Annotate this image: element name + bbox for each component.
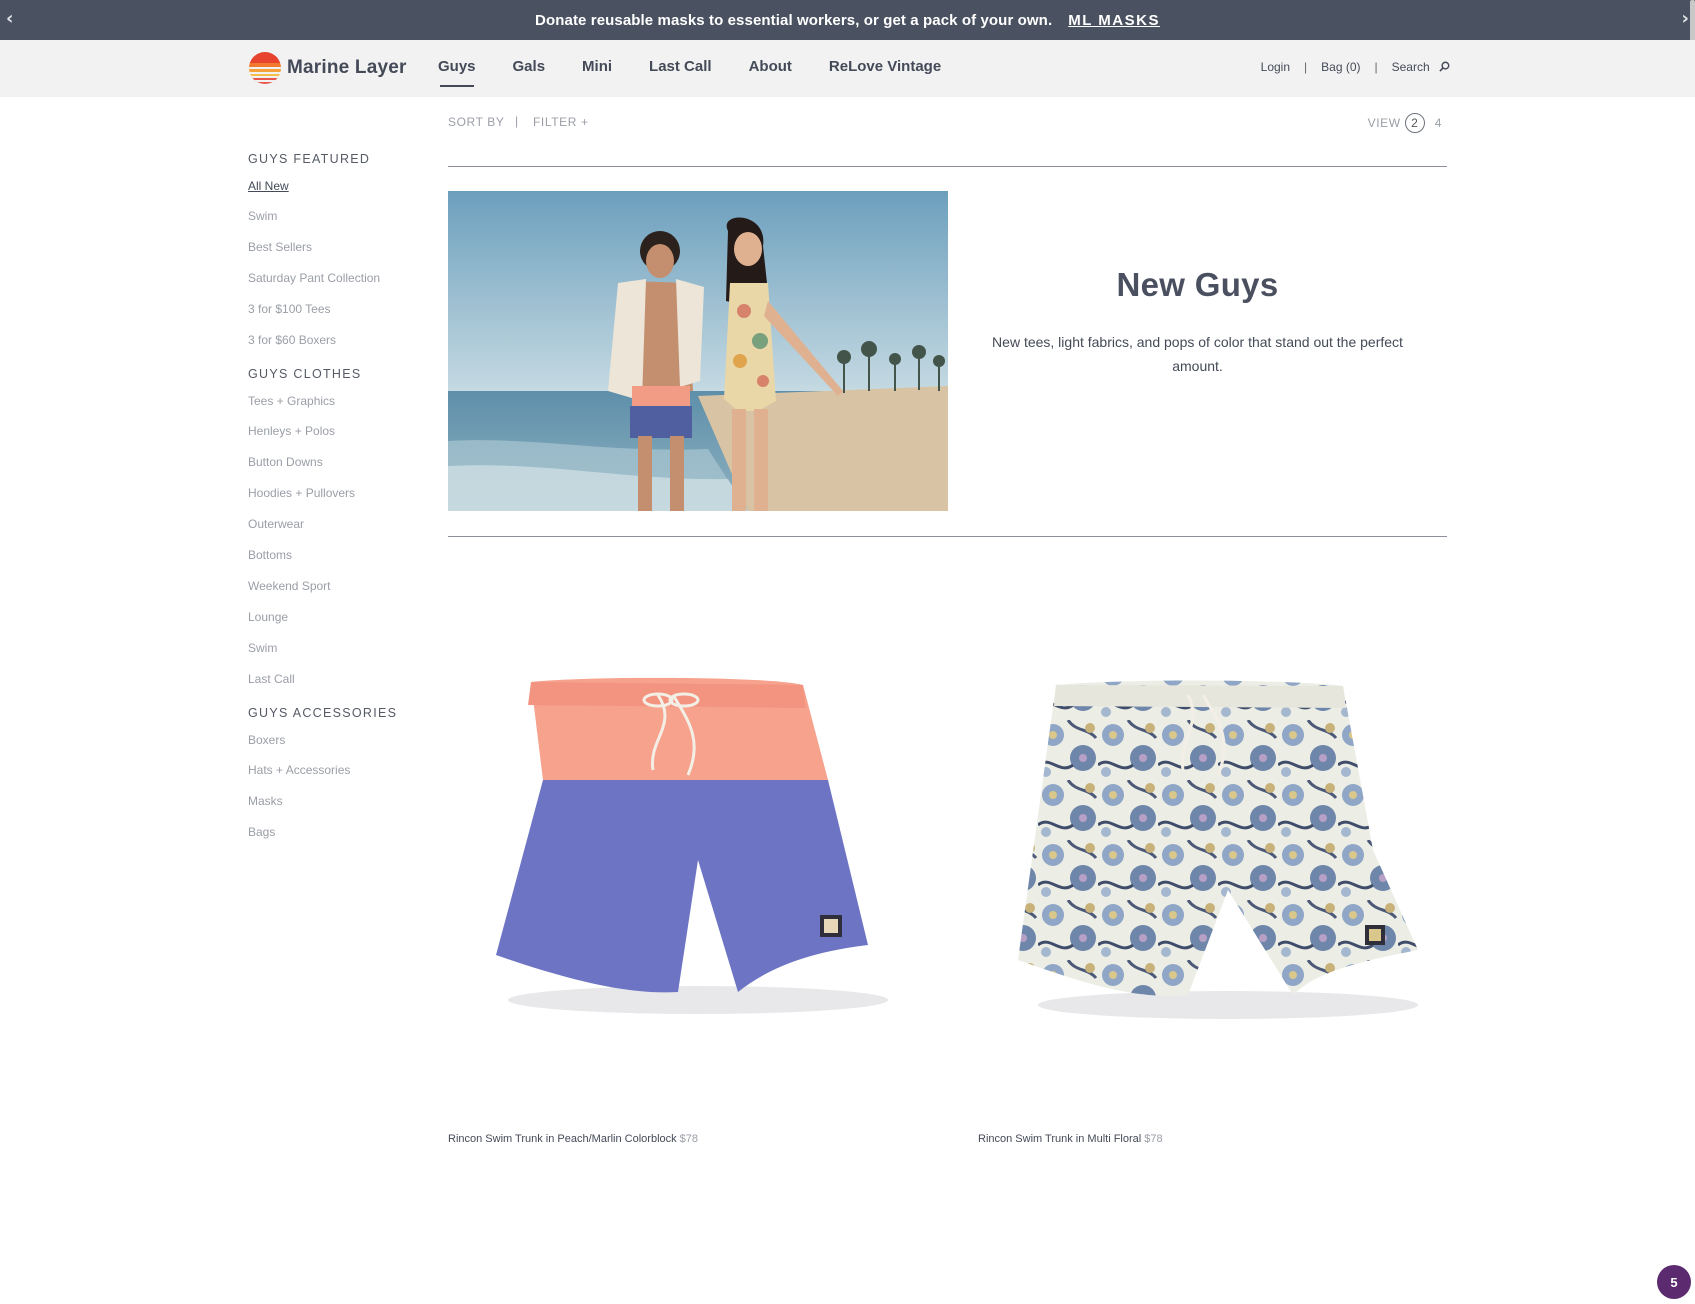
sidebar-item-3-for-100-tees[interactable]: 3 for $100 Tees <box>248 296 428 327</box>
view-4-columns[interactable]: 4 <box>1435 116 1442 130</box>
product-image[interactable] <box>448 600 948 1080</box>
main-nav: Guys Gals Mini Last Call About ReLove Vi… <box>438 58 978 87</box>
nav-relove-vintage[interactable]: ReLove Vintage <box>829 58 941 75</box>
nav-mini[interactable]: Mini <box>582 58 612 75</box>
announcement-message: Donate reusable masks to essential worke… <box>535 11 1053 29</box>
chat-badge[interactable]: 5 <box>1657 1265 1691 1299</box>
product-name: Rincon Swim Trunk in Peach/Marlin Colorb… <box>448 1133 677 1145</box>
sidebar-item-masks[interactable]: Masks <box>248 788 428 819</box>
sidebar-item-boxers[interactable]: Boxers <box>248 726 428 757</box>
nav-about[interactable]: About <box>749 58 792 75</box>
sidebar-item-best-sellers[interactable]: Best Sellers <box>248 234 428 265</box>
hero-description: New tees, light fabrics, and pops of col… <box>992 334 1403 374</box>
sort-by-button[interactable]: SORT BY <box>448 115 504 129</box>
product-caption[interactable]: Rincon Swim Trunk in Multi Floral $78 <box>978 1133 1163 1145</box>
view-switcher: VIEW 2 4 <box>1368 113 1442 133</box>
view-label: VIEW <box>1367 116 1401 130</box>
product-caption[interactable]: Rincon Swim Trunk in Peach/Marlin Colorb… <box>448 1133 698 1145</box>
toolbar-separator: | <box>515 114 519 128</box>
nav-gals[interactable]: Gals <box>513 58 546 75</box>
sidebar-item-weekend-sport[interactable]: Weekend Sport <box>248 573 428 604</box>
search-icon <box>1439 61 1450 72</box>
sidebar-heading: GUYS FEATURED <box>248 152 371 166</box>
product-price: $78 <box>1144 1133 1163 1145</box>
announcement-bar: ‹ Donate reusable masks to essential wor… <box>0 0 1695 40</box>
chevron-right-icon[interactable]: › <box>1681 8 1689 29</box>
brand-name: Marine Layer <box>287 57 407 78</box>
sidebar-group-featured: GUYS FEATURED All New Swim Best Sellers … <box>248 152 428 358</box>
sidebar-item-last-call[interactable]: Last Call <box>248 666 428 697</box>
hero-image <box>448 191 948 511</box>
login-link[interactable]: Login <box>1261 60 1290 74</box>
search-label: Search <box>1391 60 1430 74</box>
utility-nav: Login | Bag (0) | Search <box>1261 60 1450 74</box>
category-sidebar: GUYS FEATURED All New Swim Best Sellers … <box>248 152 428 859</box>
sidebar-item-button-downs[interactable]: Button Downs <box>248 449 428 480</box>
search-button[interactable]: Search <box>1392 60 1450 74</box>
product-card: Rincon Swim Trunk in Multi Floral $78 <box>978 600 1478 1145</box>
sidebar-group-accessories: GUYS ACCESSORIES Boxers Hats + Accessori… <box>248 706 428 850</box>
sidebar-item-swim[interactable]: Swim <box>248 635 428 666</box>
nav-guys[interactable]: Guys <box>438 58 476 87</box>
sunset-logo-icon <box>249 52 281 84</box>
sidebar-item-bags[interactable]: Bags <box>248 819 428 850</box>
hero-copy: New Guys New tees, light fabrics, and po… <box>990 266 1405 378</box>
product-price: $78 <box>679 1133 699 1145</box>
page-title: New Guys <box>1116 266 1279 303</box>
sidebar-item-lounge[interactable]: Lounge <box>248 604 428 635</box>
sidebar-item-hats-accessories[interactable]: Hats + Accessories <box>248 757 428 788</box>
product-name: Rincon Swim Trunk in Multi Floral <box>978 1133 1142 1145</box>
divider <box>448 536 1447 537</box>
sidebar-item-tees-graphics[interactable]: Tees + Graphics <box>248 387 428 418</box>
sidebar-heading: GUYS CLOTHES <box>248 367 362 381</box>
brand-logo[interactable]: Marine Layer <box>249 52 407 84</box>
sidebar-item-hoodies-pullovers[interactable]: Hoodies + Pullovers <box>248 480 428 511</box>
ml-masks-link[interactable]: ML MASKS <box>1068 12 1160 29</box>
sidebar-group-clothes: GUYS CLOTHES Tees + Graphics Henleys + P… <box>248 367 428 697</box>
utility-separator: | <box>1374 60 1378 74</box>
sidebar-heading: GUYS ACCESSORIES <box>248 706 398 720</box>
bag-link[interactable]: Bag (0) <box>1321 60 1360 74</box>
site-header: Marine Layer Guys Gals Mini Last Call Ab… <box>0 40 1695 97</box>
sidebar-item-swim[interactable]: Swim <box>248 203 428 234</box>
sidebar-item-henleys-polos[interactable]: Henleys + Polos <box>248 418 428 449</box>
sidebar-item-3-for-60-boxers[interactable]: 3 for $60 Boxers <box>248 327 428 358</box>
filter-button[interactable]: FILTER + <box>533 115 589 129</box>
nav-last-call[interactable]: Last Call <box>649 58 712 75</box>
product-card: Rincon Swim Trunk in Peach/Marlin Colorb… <box>448 600 948 1145</box>
sidebar-item-outerwear[interactable]: Outerwear <box>248 511 428 542</box>
sidebar-item-bottoms[interactable]: Bottoms <box>248 542 428 573</box>
utility-separator: | <box>1304 60 1308 74</box>
listing-toolbar: SORT BY | FILTER + VIEW 2 4 <box>448 113 1447 133</box>
sidebar-item-all-new[interactable]: All New <box>248 172 428 203</box>
chevron-left-icon[interactable]: ‹ <box>6 8 14 29</box>
view-2-columns[interactable]: 2 <box>1404 113 1425 133</box>
divider <box>448 166 1447 167</box>
sidebar-item-saturday-pant[interactable]: Saturday Pant Collection <box>248 265 428 296</box>
product-image[interactable] <box>978 600 1478 1080</box>
